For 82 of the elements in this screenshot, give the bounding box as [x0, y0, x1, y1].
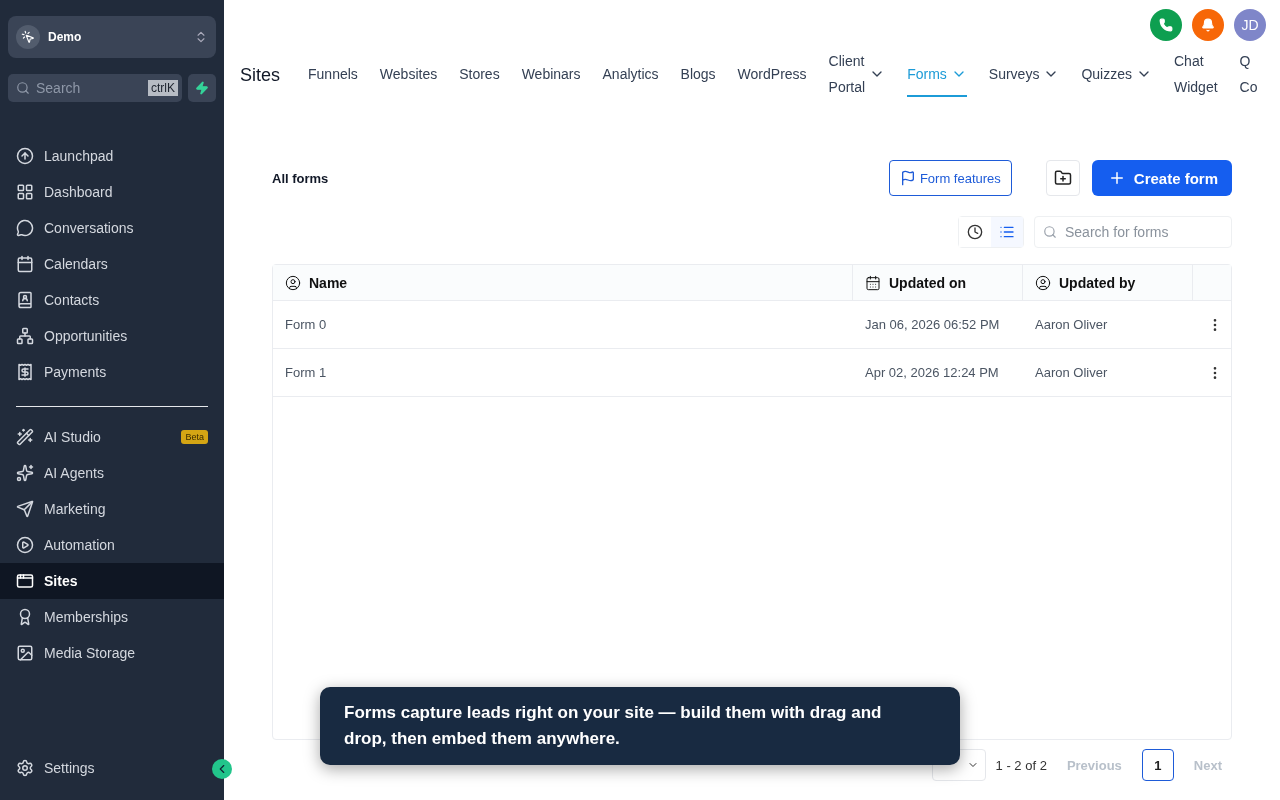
list-icon [999, 224, 1015, 240]
lightning-icon [195, 81, 209, 95]
user-circle-icon [1035, 274, 1051, 291]
search-bar[interactable]: Search ctrlK [8, 74, 182, 102]
sidebar-item[interactable]: Automation [0, 527, 224, 563]
folder-plus-icon [1053, 169, 1072, 187]
nav-tab[interactable]: Client Portal [828, 50, 886, 100]
sparkles-icon [16, 464, 34, 482]
nav-tab[interactable]: Webinars [521, 53, 581, 97]
nav-tab[interactable]: WordPress [737, 53, 807, 97]
workspace-switcher[interactable]: Demo [8, 16, 216, 58]
window-icon [16, 572, 34, 590]
flag-icon [899, 170, 916, 186]
form-features-button[interactable]: Form features [888, 160, 1012, 196]
play-circle-icon [16, 536, 34, 554]
wand-icon [16, 428, 34, 446]
search-icon [1043, 225, 1057, 239]
settings-icon [16, 759, 34, 777]
sidebar-item[interactable]: AI Agents [0, 455, 224, 491]
table-cell-text: Form 1 [284, 364, 328, 382]
sidebar-item[interactable]: Opportunities [0, 318, 224, 354]
upload-circle-icon [16, 147, 34, 165]
nav-tab[interactable]: Websites [379, 53, 438, 97]
nav-tab[interactable]: Chat Widget [1174, 50, 1218, 100]
beta-badge: Beta [181, 430, 208, 444]
forms-search-bar[interactable]: Search for forms [1034, 216, 1232, 248]
calendar-icon [865, 274, 881, 291]
send-icon [16, 500, 34, 518]
grid-icon [16, 183, 34, 201]
nav-tab[interactable]: Stores [459, 53, 500, 97]
sidebar-item[interactable]: Dashboard [0, 174, 224, 210]
phone-button[interactable] [1150, 9, 1182, 41]
page-button[interactable]: 1 [1141, 749, 1174, 781]
sidebar-item[interactable]: Marketing [0, 491, 224, 527]
calendar-icon [16, 255, 34, 273]
receipt-icon [16, 363, 34, 381]
sidebar-item[interactable]: Conversations [0, 210, 224, 246]
search-icon [16, 81, 30, 95]
shortcut-key: ctrlK [148, 80, 178, 96]
workspace-name: Demo [48, 30, 83, 44]
new-folder-button[interactable] [1045, 160, 1080, 196]
table-cell-text: Aaron Oliver [1034, 364, 1109, 382]
chat-bubble-icon [16, 219, 34, 237]
nav-tab[interactable]: Q Co [1239, 50, 1258, 100]
clock-icon [967, 224, 983, 240]
table-cell-text: Apr 02, 2026 12:24 PM [864, 364, 1000, 382]
section-title: Sites [240, 64, 281, 86]
sidebar-item[interactable]: Launchpad [0, 138, 224, 174]
table-cell-text: Jan 06, 2026 06:52 PM [864, 316, 1001, 334]
network-icon [16, 327, 34, 345]
nav-tab[interactable]: Funnels [308, 53, 358, 97]
address-book-icon [16, 291, 34, 309]
image-icon [16, 644, 34, 662]
nav-tab[interactable]: Quizzes [1081, 53, 1152, 97]
column-header: Name [273, 265, 853, 300]
sidebar-item[interactable]: Sites [0, 563, 224, 599]
user-circle-icon [285, 274, 301, 291]
sidebar-item[interactable]: AI Studio Beta [0, 419, 224, 455]
create-form-button[interactable]: Create form [1091, 160, 1232, 196]
nav-tab[interactable]: Surveys [988, 53, 1060, 97]
sidebar-item[interactable]: Settings [0, 750, 111, 786]
info-tooltip: Forms capture leads right on your site — build them with drag and drop, then embed them anywhere. [320, 687, 960, 765]
collapse-button[interactable] [212, 759, 232, 779]
nav-tab[interactable]: Blogs [680, 53, 716, 97]
table-cell-text: Form 0 [284, 316, 328, 334]
sidebar-item[interactable]: Payments [0, 354, 224, 390]
table-cell-text: Aaron Oliver [1034, 316, 1109, 334]
bell-icon [1201, 18, 1215, 32]
sidebar-item[interactable]: Media Storage [0, 635, 224, 671]
sidebar-item[interactable]: Calendars [0, 246, 224, 282]
sidebar-item[interactable]: Contacts [0, 282, 224, 318]
column-header: Updated on [853, 265, 1023, 300]
sidebar-item[interactable]: Memberships [0, 599, 224, 635]
pointer-click-icon [16, 25, 40, 49]
page-range: 1 - 2 of 2 [995, 757, 1047, 773]
page-heading: All forms [272, 170, 330, 186]
notifications-button[interactable] [1192, 9, 1224, 41]
column-header: Updated by [1023, 265, 1193, 300]
phone-icon [1159, 18, 1173, 32]
quick-action-button[interactable] [188, 74, 216, 102]
search-field[interactable]: Search [34, 79, 144, 97]
nav-tab[interactable]: Analytics [602, 53, 659, 97]
